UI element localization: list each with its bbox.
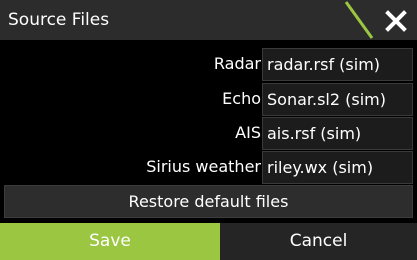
source-value-echo: Sonar.sl2 (sim)	[267, 90, 386, 109]
close-icon[interactable]	[384, 9, 408, 33]
source-field-radar[interactable]: radar.rsf (sim)	[262, 48, 413, 81]
source-field-sirius-weather[interactable]: riley.wx (sim)	[262, 151, 413, 184]
source-row-radar: Radar radar.rsf (sim)	[0, 48, 417, 81]
source-value-ais: ais.rsf (sim)	[267, 124, 362, 143]
source-value-sirius-weather: riley.wx (sim)	[267, 158, 374, 177]
source-label-echo: Echo	[222, 89, 261, 108]
source-label-radar: Radar	[213, 54, 261, 73]
source-label-ais: AIS	[235, 123, 261, 142]
save-button[interactable]: Save	[0, 223, 220, 260]
dialog-title: Source Files	[8, 10, 110, 30]
restore-default-files-button[interactable]: Restore default files	[4, 185, 413, 218]
source-row-echo: Echo Sonar.sl2 (sim)	[0, 83, 417, 116]
cancel-button[interactable]: Cancel	[220, 223, 417, 260]
source-field-echo[interactable]: Sonar.sl2 (sim)	[262, 83, 413, 116]
source-row-sirius-weather: Sirius weather riley.wx (sim)	[0, 151, 417, 184]
source-files-dialog: Source Files Radar radar.rsf (sim) Echo …	[0, 0, 417, 260]
accent-stripe-icon	[344, 1, 374, 39]
source-value-radar: radar.rsf (sim)	[267, 55, 381, 74]
dialog-title-bar: Source Files	[0, 0, 417, 40]
source-row-ais: AIS ais.rsf (sim)	[0, 117, 417, 150]
source-label-sirius-weather: Sirius weather	[146, 157, 261, 176]
source-field-ais[interactable]: ais.rsf (sim)	[262, 117, 413, 150]
